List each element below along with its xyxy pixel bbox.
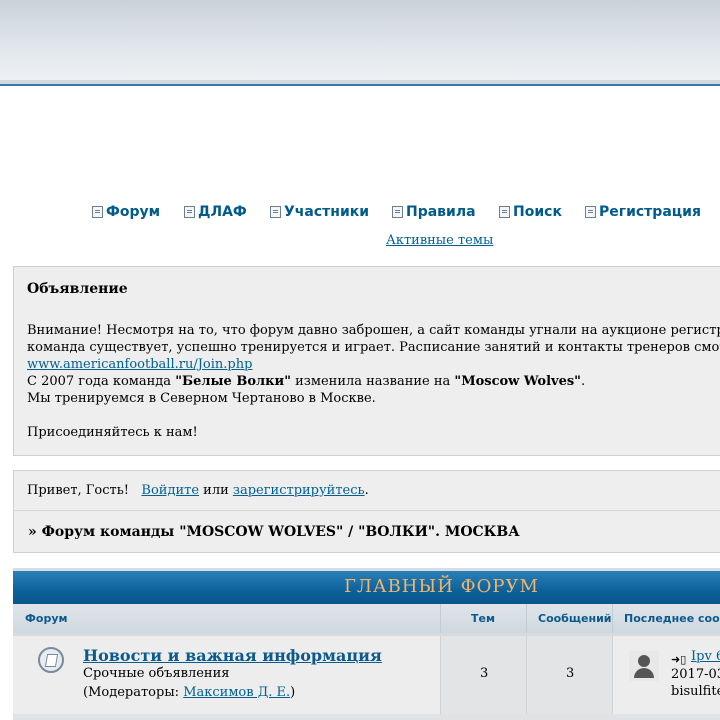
announcement-rename-line: С 2007 года команда "Белые Волки" измени…	[27, 374, 586, 389]
last-post-user: bisulfite	[671, 684, 720, 699]
col-forum: Форум	[25, 612, 68, 625]
forum-read-icon	[38, 647, 64, 673]
last-post-link[interactable]: Ipv 6	[691, 649, 720, 664]
rules-icon	[392, 206, 403, 218]
divider	[13, 714, 720, 720]
nav-label-rules: Правила	[406, 204, 476, 220]
last-post-icon[interactable]: ➜▯	[671, 653, 686, 666]
search-icon	[499, 206, 510, 218]
site-header-banner	[0, 0, 720, 80]
nav-item-forum[interactable]: Форум	[92, 204, 160, 220]
last-post-date: 2017-03	[671, 667, 720, 682]
nav-label-register: Регистрация	[599, 204, 701, 220]
login-link[interactable]: Войдите	[141, 483, 199, 498]
greeting-box: Привет, Гость! Войдите или зарегистрируй…	[13, 470, 720, 553]
nav-label-members: Участники	[284, 204, 370, 220]
active-topics-link[interactable]: Активные темы	[386, 233, 493, 248]
announcement-line: Мы тренируемся в Северном Чертаново в Мо…	[27, 391, 376, 406]
col-posts: Сообщений	[538, 612, 612, 625]
greeting-divider	[14, 510, 720, 511]
nav-label-dlaf: ДЛАФ	[198, 204, 247, 220]
category-title[interactable]: ГЛАВНЫЙ ФОРУМ	[344, 576, 539, 597]
register-icon	[585, 206, 596, 218]
col-topics: Тем	[471, 612, 495, 625]
moderator-link[interactable]: Максимов Д. Е.	[183, 685, 290, 700]
forum-table-header: Форум Тем Сообщений Последнее сооб	[13, 604, 720, 633]
header-accent-line	[0, 84, 720, 86]
col-last-post: Последнее сооб	[624, 612, 720, 625]
announcement-title: Объявление	[27, 281, 128, 297]
announcement-text: Внимание! Несмотря на то, что форум давн…	[27, 322, 720, 441]
nav-item-register[interactable]: Регистрация	[585, 204, 701, 220]
posts-cell: 3	[526, 636, 613, 714]
topics-count: 3	[480, 666, 489, 681]
topics-cell: 3	[440, 636, 527, 714]
announcement-box: Объявление Внимание! Несмотря на то, что…	[13, 266, 720, 456]
forum-row: Новости и важная информация Срочные объя…	[13, 636, 720, 714]
image-icon	[184, 206, 195, 218]
category-header: ГЛАВНЫЙ ФОРУМ	[13, 568, 720, 607]
forum-moderators: (Модераторы: Максимов Д. Е.)	[83, 685, 296, 700]
nav-label-forum: Форум	[106, 204, 161, 220]
posts-count: 3	[566, 666, 575, 681]
announcement-line: Внимание! Несмотря на то, что форум давн…	[27, 323, 720, 338]
breadcrumb[interactable]: » Форум команды "MOSCOW WOLVES" / "ВОЛКИ…	[28, 524, 520, 540]
forum-name-link[interactable]: Новости и важная информация	[83, 646, 382, 665]
announcement-line: Присоединяйтесь к нам!	[27, 425, 198, 440]
announcement-line: команда существует, успешно тренируется …	[27, 340, 720, 355]
members-icon	[270, 206, 281, 218]
forum-description: Срочные объявления	[83, 666, 230, 681]
nav-item-dlaf[interactable]: ДЛАФ	[184, 204, 247, 220]
forum-icon	[92, 206, 103, 218]
last-post-cell: ➜▯ Ipv 6 2017-03 bisulfite	[612, 636, 720, 714]
greeting-line: Привет, Гость! Войдите или зарегистрируй…	[27, 483, 369, 498]
join-link[interactable]: www.americanfootball.ru/Join.php	[27, 357, 252, 372]
greeting-text: Привет, Гость!	[27, 483, 130, 498]
avatar	[629, 651, 659, 681]
nav-label-search: Поиск	[513, 204, 562, 220]
register-link[interactable]: зарегистрируйтесь	[233, 483, 365, 498]
nav-item-members[interactable]: Участники	[270, 204, 369, 220]
nav-item-rules[interactable]: Правила	[392, 204, 476, 220]
nav-item-search[interactable]: Поиск	[499, 204, 562, 220]
